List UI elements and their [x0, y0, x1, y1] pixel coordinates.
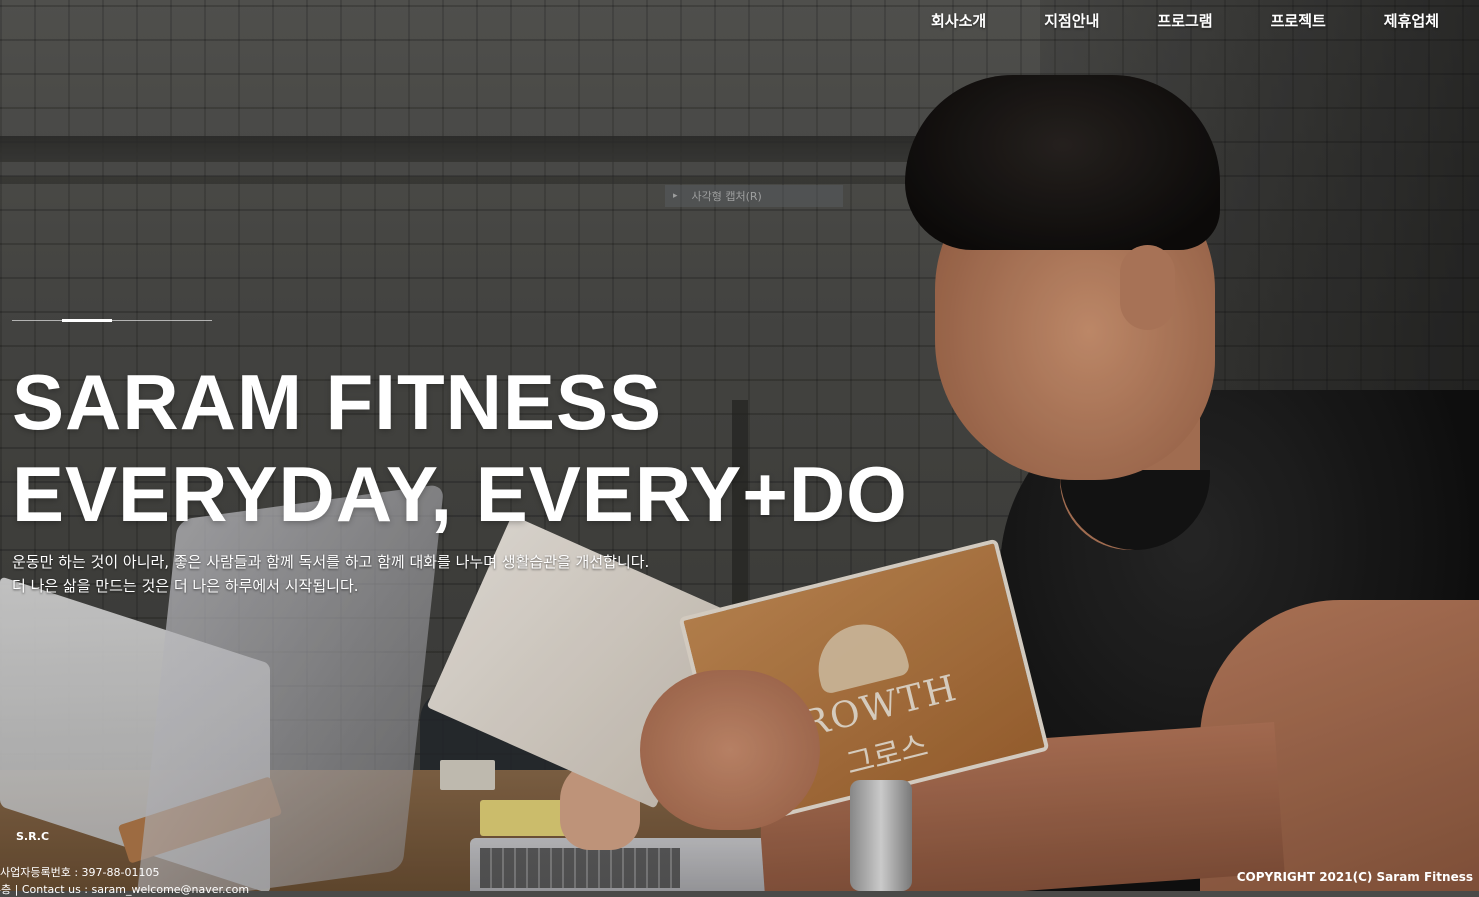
footer-logo[interactable]: S.R.C	[16, 830, 49, 843]
nav-item-programs[interactable]: 프로그램	[1157, 10, 1212, 31]
hero-title: SARAM FITNESS EVERYDAY, EVERY+DO	[12, 356, 908, 540]
hero-description-line-1: 운동만 하는 것이 아니라, 좋은 사람들과 함께 독서를 하고 함께 대화를 …	[12, 553, 650, 571]
slide-indicator-track[interactable]	[12, 320, 212, 321]
hero-title-line-1: SARAM FITNESS	[12, 358, 663, 446]
hero-description: 운동만 하는 것이 아니라, 좋은 사람들과 함께 독서를 하고 함께 대화를 …	[12, 550, 649, 598]
nav-item-about[interactable]: 회사소개	[931, 10, 986, 31]
copyright: COPYRIGHT 2021(C) Saram Fitness	[1236, 870, 1473, 884]
main-nav: 회사소개 지점안내 프로그램 프로젝트 제휴업체	[873, 10, 1439, 31]
footer-contact: 4층 | Contact us : saram_welcome@naver.co…	[0, 881, 249, 897]
contact-email-link[interactable]: saram_welcome@naver.com	[92, 883, 250, 896]
nav-item-branches[interactable]: 지점안내	[1044, 10, 1099, 31]
hero-title-line-2: EVERYDAY, EVERY+DO	[12, 450, 908, 538]
hero-description-line-2: 더 나은 삶을 만드는 것은 더 나은 하루에서 시작됩니다.	[12, 577, 359, 595]
nav-item-partners[interactable]: 제휴업체	[1384, 10, 1439, 31]
nav-item-projects[interactable]: 프로젝트	[1271, 10, 1326, 31]
context-menu-item-label: 사각형 캡처(R)	[691, 190, 762, 203]
slide-indicator-active	[62, 319, 112, 322]
context-menu[interactable]: ▸ 사각형 캡처(R)	[665, 185, 843, 207]
footer-contact-prefix: 4층 | Contact us :	[0, 883, 92, 896]
chevron-right-icon: ▸	[673, 191, 678, 201]
business-registration-number: 사업자등록번호 : 397-88-01105	[0, 866, 160, 879]
